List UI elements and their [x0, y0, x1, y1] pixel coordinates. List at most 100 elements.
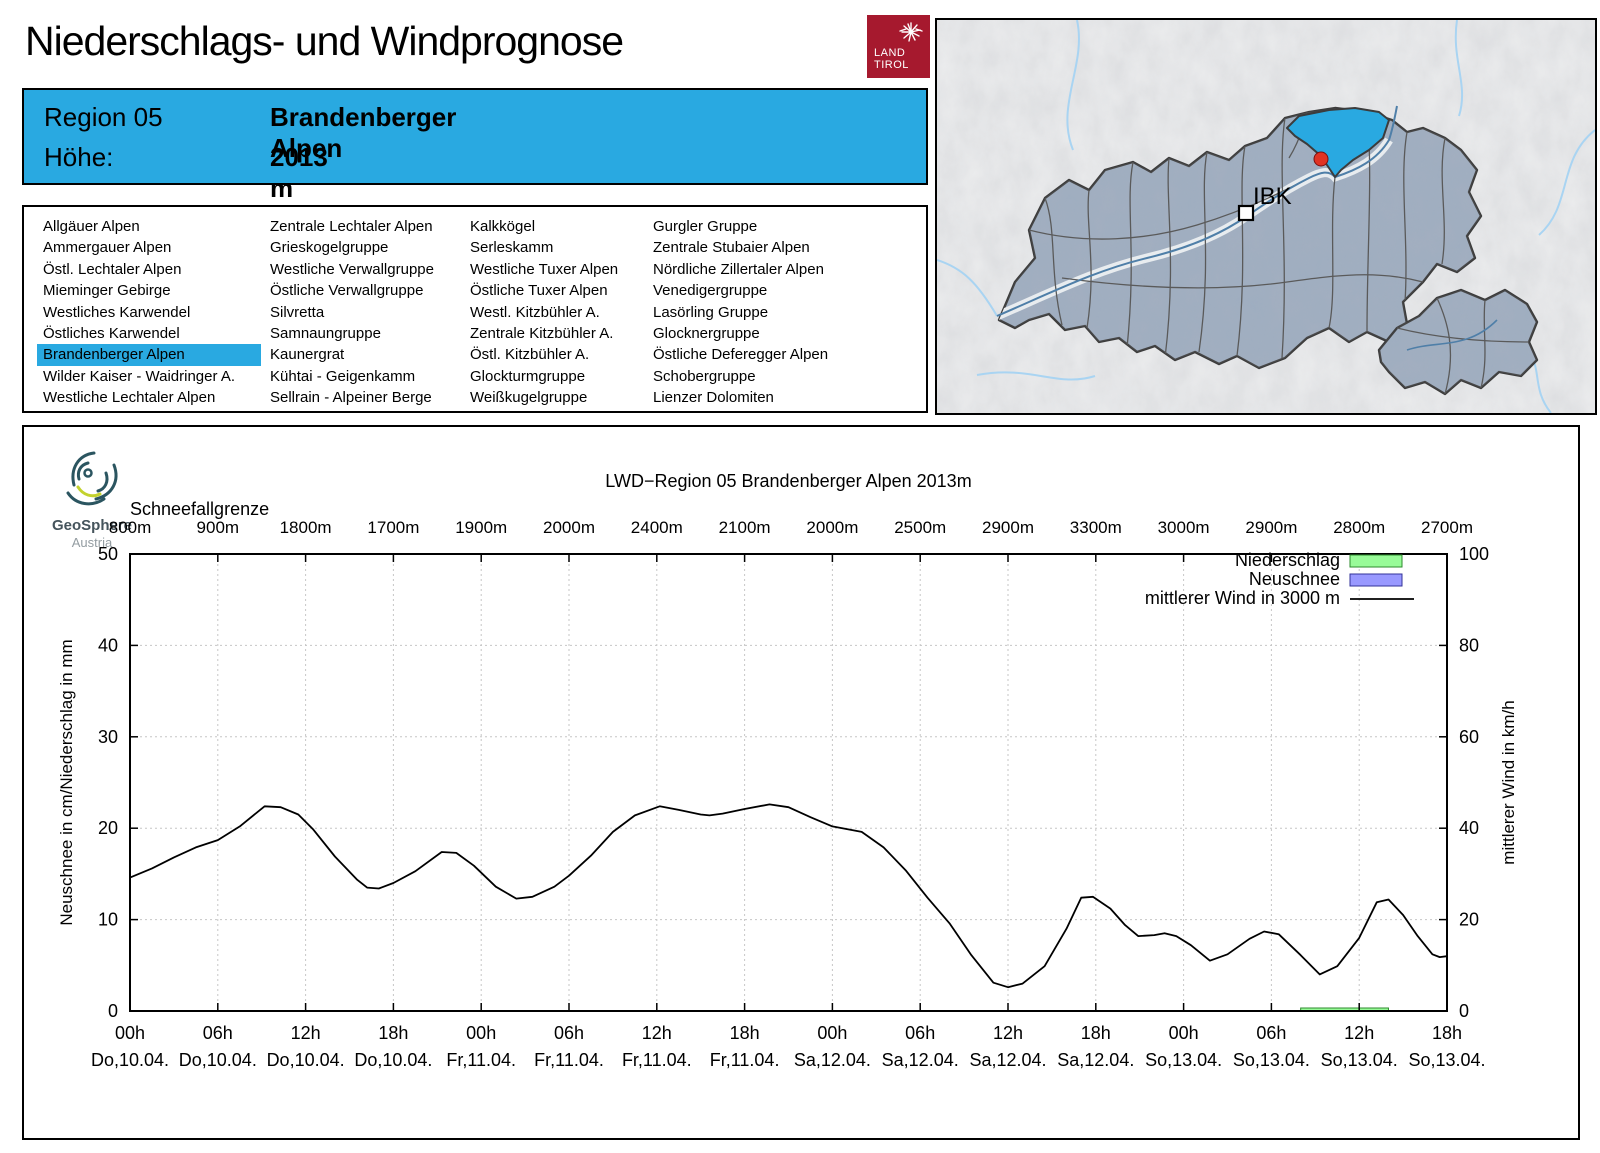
map-canvas[interactable]: IBK	[936, 19, 1596, 414]
region-list-item[interactable]: Westliches Karwendel	[37, 302, 261, 323]
region-list-item[interactable]: Gurgler Gruppe	[647, 216, 871, 237]
snowline-value: 3300m	[1070, 518, 1122, 537]
snowline-value: 1800m	[280, 518, 332, 537]
map-ibk-label: IBK	[1253, 183, 1292, 210]
legend-swatch-niederschlag	[1349, 554, 1403, 568]
region-list-item[interactable]: Ammergauer Alpen	[37, 237, 261, 258]
x-date-label: So,13.04.	[1408, 1050, 1485, 1070]
y-tick-label-left: 20	[98, 818, 118, 838]
x-time-label: 00h	[466, 1023, 496, 1043]
x-time-label: 00h	[115, 1023, 145, 1043]
region-list-column: Zentrale Lechtaler Alpen Grieskogelgruppe…	[264, 216, 488, 409]
wind-line	[129, 803, 1448, 989]
region-list-item[interactable]: Lasörling Gruppe	[647, 302, 871, 323]
y-tick-label-right: 40	[1459, 818, 1479, 838]
x-time-label: 12h	[642, 1023, 672, 1043]
x-date-label: So,13.04.	[1233, 1050, 1310, 1070]
region-list-item[interactable]: Zentrale Lechtaler Alpen	[264, 216, 488, 237]
region-list-item[interactable]: Lienzer Dolomiten	[647, 387, 871, 408]
altitude-value: 2013 m	[270, 142, 328, 203]
region-list-item[interactable]: Östl. Lechtaler Alpen	[37, 259, 261, 280]
x-time-label: 18h	[1081, 1023, 1111, 1043]
x-time-label: 00h	[1169, 1023, 1199, 1043]
chart-title: LWD−Region 05 Brandenberger Alpen 2013m	[605, 471, 971, 491]
x-date-label: Sa,12.04.	[882, 1050, 959, 1070]
snowline-value: 900m	[197, 518, 240, 537]
region-list-item[interactable]: Westliche Lechtaler Alpen	[37, 387, 261, 408]
x-date-label: Do,10.04.	[91, 1050, 169, 1070]
x-date-label: Do,10.04.	[354, 1050, 432, 1070]
snowline-value: 1700m	[367, 518, 419, 537]
x-date-label: Sa,12.04.	[969, 1050, 1046, 1070]
x-date-label: Do,10.04.	[179, 1050, 257, 1070]
region-list-item[interactable]: Westliche Verwallgruppe	[264, 259, 488, 280]
region-list-column: Gurgler Gruppe Zentrale Stubaier Alpen Nör…	[647, 216, 871, 409]
x-time-label: 12h	[1344, 1023, 1374, 1043]
legend-label: Neuschnee	[1249, 569, 1340, 589]
region-list-item[interactable]: Kaunergrat	[264, 344, 488, 365]
x-time-label: 06h	[905, 1023, 935, 1043]
map-selected-marker	[1313, 151, 1329, 167]
y-tick-label-right: 60	[1459, 727, 1479, 747]
page-title: Niederschlags- und Windprognose	[25, 18, 624, 64]
y-tick-label-left: 0	[108, 1001, 118, 1021]
snowline-value: 2700m	[1421, 518, 1473, 537]
region-list-item[interactable]: Grieskogelgruppe	[264, 237, 488, 258]
region-list-item[interactable]: Zentrale Stubaier Alpen	[647, 237, 871, 258]
snowline-value: 2500m	[894, 518, 946, 537]
x-date-label: Fr,11.04.	[622, 1050, 692, 1070]
x-date-label: So,13.04.	[1321, 1050, 1398, 1070]
snowline-value: 2900m	[982, 518, 1034, 537]
map-ibk-marker	[1237, 204, 1255, 222]
region-list-item[interactable]: Glocknergruppe	[647, 323, 871, 344]
region-list-item[interactable]: Östliche Deferegger Alpen	[647, 344, 871, 365]
x-time-label: 12h	[993, 1023, 1023, 1043]
x-date-label: Sa,12.04.	[794, 1050, 871, 1070]
snowline-value: 2100m	[719, 518, 771, 537]
x-time-label: 06h	[203, 1023, 233, 1043]
land-tirol-logo: LAND TIROL	[867, 15, 930, 78]
y-tick-label-left: 30	[98, 727, 118, 747]
region-list-item[interactable]: Silvretta	[264, 302, 488, 323]
snowline-value: 2800m	[1333, 518, 1385, 537]
snowline-value: 800m	[109, 518, 152, 537]
region-list-item[interactable]: Samnaungruppe	[264, 323, 488, 344]
region-list-item[interactable]: Östliche Verwallgruppe	[264, 280, 488, 301]
x-time-label: 06h	[1256, 1023, 1286, 1043]
x-date-label: So,13.04.	[1145, 1050, 1222, 1070]
x-time-label: 18h	[1432, 1023, 1462, 1043]
land-tirol-logo-text: LAND TIROL	[874, 47, 909, 71]
snowline-value: 2000m	[543, 518, 595, 537]
plot-frame	[129, 553, 1448, 1012]
region-list-item[interactable]: Allgäuer Alpen	[37, 216, 261, 237]
region-info-box: Region 05 Brandenberger Alpen Höhe: 2013…	[22, 88, 928, 203]
region-list-item[interactable]: Venedigergruppe	[647, 280, 871, 301]
y-axis-label-right: mittlerer Wind in km/h	[1499, 700, 1518, 864]
x-date-label: Fr,11.04.	[710, 1050, 780, 1070]
y-tick-label-left: 10	[98, 910, 118, 930]
y-tick-label-right: 0	[1459, 1001, 1469, 1021]
snowline-value: 2900m	[1245, 518, 1297, 537]
snowline-label: Schneefallgrenze	[130, 499, 269, 519]
x-time-label: 00h	[817, 1023, 847, 1043]
legend-label: Niederschlag	[1235, 550, 1340, 570]
region-list-item[interactable]: Wilder Kaiser - Waidringer A.	[37, 366, 261, 387]
region-list-item[interactable]: Kühtai - Geigenkamm	[264, 366, 488, 387]
forecast-chart-panel: GeoSphere Austria LWD−Region 05 Brandenb…	[22, 425, 1580, 1140]
region-list-item[interactable]: Mieminger Gebirge	[37, 280, 261, 301]
region-list-item-selected[interactable]: Brandenberger Alpen	[37, 344, 261, 366]
altitude-label: Höhe:	[44, 142, 114, 172]
region-list-item[interactable]: Östliches Karwendel	[37, 323, 261, 344]
legend-label: mittlerer Wind in 3000 m	[1145, 588, 1340, 608]
y-axis-label-left: Neuschnee in cm/Niederschlag in mm	[57, 639, 76, 925]
region-list: Allgäuer Alpen Ammergauer Alpen Östl. Lech…	[22, 205, 928, 413]
x-date-label: Sa,12.04.	[1057, 1050, 1134, 1070]
x-date-label: Fr,11.04.	[534, 1050, 604, 1070]
region-list-item[interactable]: Nördliche Zillertaler Alpen	[647, 259, 871, 280]
snowline-value: 2000m	[806, 518, 858, 537]
region-list-item[interactable]: Schobergruppe	[647, 366, 871, 387]
tirol-map[interactable]: IBK	[935, 18, 1597, 415]
snowline-value: 3000m	[1158, 518, 1210, 537]
region-list-item[interactable]: Sellrain - Alpeiner Berge	[264, 387, 488, 408]
region-list-column: Allgäuer Alpen Ammergauer Alpen Östl. Lech…	[37, 216, 261, 409]
